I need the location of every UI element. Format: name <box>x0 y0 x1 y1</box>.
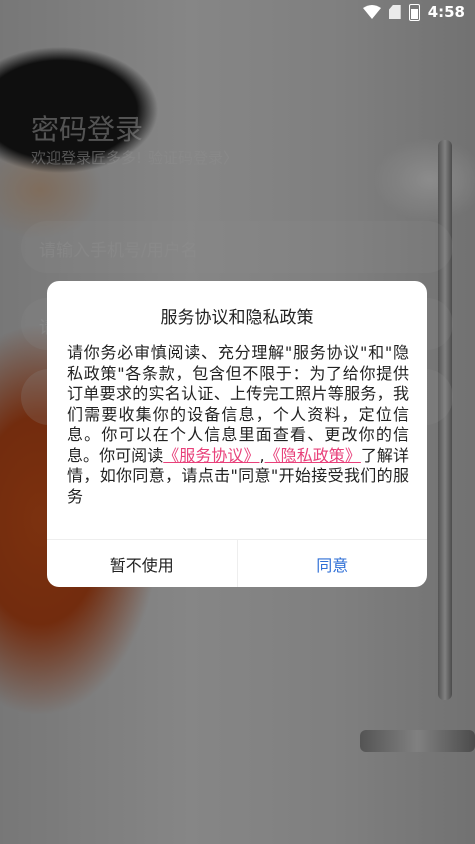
dialog-footer: 暂不使用 同意 <box>47 539 427 587</box>
dialog-body: 请你务必审慎阅读、充分理解"服务协议"和"隐私政策"各条款，包含但不限于：为了给… <box>67 343 409 507</box>
no-sim-icon <box>388 5 401 19</box>
status-time: 4:58 <box>427 3 465 21</box>
decline-button[interactable]: 暂不使用 <box>47 540 238 587</box>
dialog-title: 服务协议和隐私政策 <box>160 308 314 328</box>
service-agreement-link[interactable]: 《服务协议》 <box>163 446 259 465</box>
status-bar: 4:58 <box>0 0 475 26</box>
agree-button[interactable]: 同意 <box>238 540 428 587</box>
wifi-icon <box>362 5 381 19</box>
privacy-dialog: 服务协议和隐私政策 请你务必审慎阅读、充分理解"服务协议"和"隐私政策"各条款，… <box>47 281 427 587</box>
privacy-policy-link[interactable]: 《隐私政策》 <box>265 446 361 465</box>
battery-charging-icon <box>408 3 420 21</box>
